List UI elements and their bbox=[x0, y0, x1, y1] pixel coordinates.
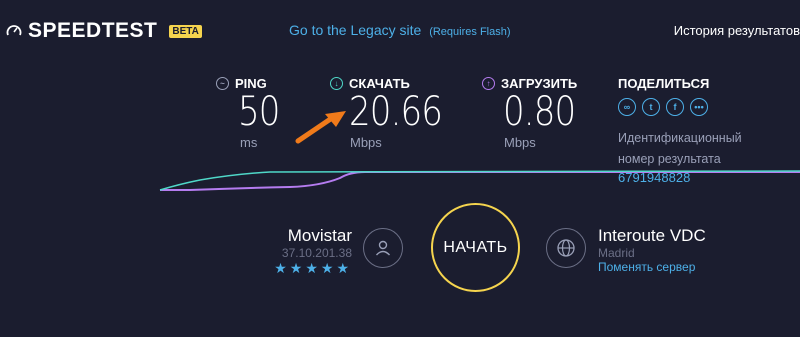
legacy-note: (Requires Flash) bbox=[429, 26, 511, 38]
speedometer-icon bbox=[6, 25, 22, 36]
globe-icon bbox=[546, 228, 586, 268]
isp-info: Movistar 37.10.201.38 ★★★★★ bbox=[230, 226, 352, 277]
share-icons: ∞ t f ••• bbox=[618, 98, 709, 116]
ping-icon: ~ bbox=[216, 77, 229, 90]
isp-ip: 37.10.201.38 bbox=[281, 246, 352, 260]
facebook-icon[interactable]: f bbox=[666, 98, 684, 116]
ping-value: 50 bbox=[238, 89, 280, 135]
share-section: ПОДЕЛИТЬСЯ ∞ t f ••• bbox=[618, 76, 709, 116]
start-test-button[interactable]: НАЧАТЬ bbox=[431, 203, 520, 292]
more-icon[interactable]: ••• bbox=[690, 98, 708, 116]
server-info: Interoute VDC Madrid Поменять сервер bbox=[598, 226, 706, 274]
logo-text: SPEEDTEST bbox=[28, 19, 158, 42]
upload-graph-line bbox=[160, 171, 800, 191]
change-server-link[interactable]: Поменять сервер bbox=[598, 260, 706, 274]
speedtest-logo[interactable]: SPEEDTEST BETA bbox=[6, 19, 202, 43]
download-value: 20.66 bbox=[349, 89, 443, 135]
isp-name: Movistar bbox=[287, 226, 352, 245]
annotation-arrow-icon bbox=[295, 111, 346, 144]
upload-arrow-icon: ↑ bbox=[482, 77, 495, 90]
server-city: Madrid bbox=[598, 246, 635, 260]
isp-rating-stars[interactable]: ★★★★★ bbox=[230, 260, 352, 277]
share-label: ПОДЕЛИТЬСЯ bbox=[618, 76, 710, 91]
link-icon[interactable]: ∞ bbox=[618, 98, 636, 116]
upload-unit: Mbps bbox=[504, 135, 536, 150]
result-id-label-1: Идентификационный bbox=[618, 131, 742, 145]
server-name: Interoute VDC bbox=[598, 226, 706, 245]
download-arrow-icon: ↓ bbox=[330, 77, 343, 90]
user-icon bbox=[363, 228, 403, 268]
speed-graph bbox=[159, 170, 800, 191]
upload-value: 0.80 bbox=[503, 89, 576, 135]
legacy-link-text: Go to the Legacy site bbox=[289, 22, 422, 38]
twitter-icon[interactable]: t bbox=[642, 98, 660, 116]
beta-badge: BETA bbox=[169, 24, 202, 38]
ping-unit: ms bbox=[240, 135, 258, 150]
download-unit: Mbps bbox=[350, 135, 382, 150]
legacy-site-link[interactable]: Go to the Legacy site (Requires Flash) bbox=[289, 22, 511, 38]
results-history-link[interactable]: История результатов bbox=[674, 23, 800, 38]
